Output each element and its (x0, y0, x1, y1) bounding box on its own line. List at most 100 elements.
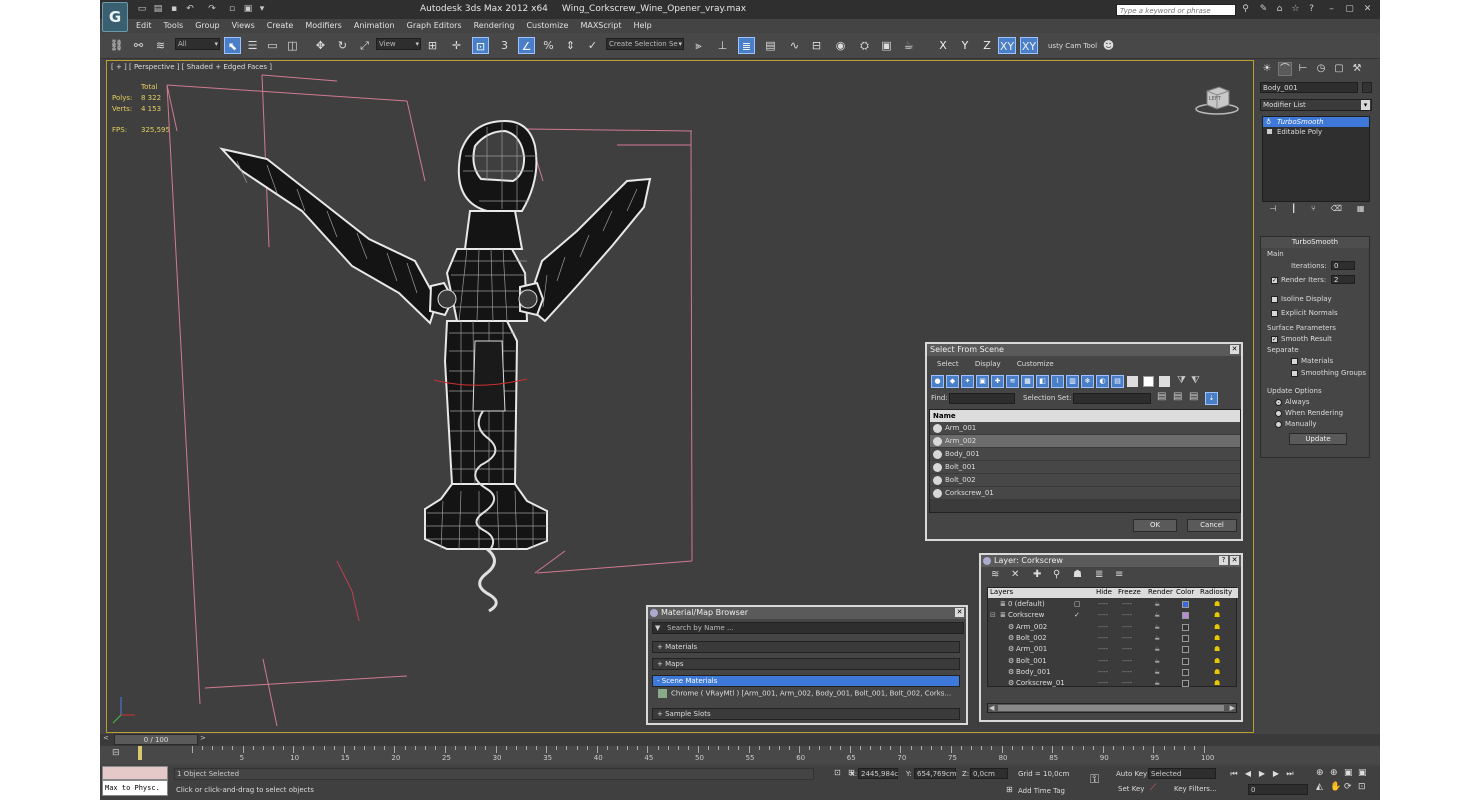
selection-filter-dropdown[interactable]: All (175, 38, 220, 50)
radiosity-icon[interactable]: ☗ (1214, 610, 1220, 621)
list-item[interactable]: Arm_001 (930, 422, 1240, 434)
menu-create[interactable]: Create (261, 19, 300, 32)
remove-selection-set-icon[interactable]: ▤ (1189, 391, 1198, 402)
close-icon[interactable]: ✕ (1362, 4, 1373, 15)
subscription-icon[interactable]: ✎ (1258, 4, 1269, 15)
edit-named-selection-icon[interactable]: ✓ (584, 37, 601, 54)
remove-modifier-icon[interactable]: ⌫ (1331, 204, 1342, 214)
materials-checkbox[interactable]: Materials (1291, 357, 1333, 365)
rotate-icon[interactable]: ↻ (334, 37, 351, 54)
delete-layer-icon[interactable]: ✕ (1011, 569, 1019, 580)
chevron-down-icon[interactable]: ▾ (1361, 100, 1370, 110)
restrict-xy-button[interactable]: XY (998, 37, 1016, 54)
track-bar[interactable]: ⊟ 5 10 15 20 25 30 35 40 45 50 55 60 65 70 75 80 85 90 95 1… (100, 746, 1380, 764)
scroll-left-icon[interactable]: ◀ (989, 704, 994, 712)
create-tab-icon[interactable]: ☀ (1260, 62, 1274, 76)
render-teapot-icon[interactable]: ☕ (1154, 656, 1160, 667)
filter-icon[interactable]: ⧩ (1177, 375, 1186, 386)
scroll-right-icon[interactable]: ▶ (1230, 704, 1235, 712)
freeze-toggle[interactable]: ---- (1122, 678, 1132, 689)
set-key-button[interactable]: Set Key (1118, 785, 1144, 793)
move-icon[interactable]: ✥ (312, 37, 329, 54)
align-icon[interactable]: ⊥ (714, 37, 731, 54)
scroll-thumb[interactable] (998, 705, 1224, 711)
prev-frame-icon[interactable]: < (103, 734, 109, 742)
keyboard-shortcut-override-icon[interactable]: ⊡ (472, 37, 489, 54)
layer-color-swatch[interactable] (1182, 657, 1189, 665)
key-mode-dropdown[interactable]: Selected (1148, 768, 1216, 779)
highlight-layer-icon[interactable]: ☗ (1073, 569, 1082, 580)
modifier-list-dropdown[interactable]: Modifier List ▾ (1260, 99, 1372, 111)
freeze-toggle[interactable]: ---- (1122, 633, 1132, 644)
menu-graph-editors[interactable]: Graph Editors (401, 19, 468, 32)
rendered-frame-window-icon[interactable]: ▣ (878, 37, 895, 54)
go-to-start-icon[interactable]: ⏮ (1228, 768, 1240, 780)
menu-help[interactable]: Help (628, 19, 658, 32)
display-tab-icon[interactable]: ▢ (1332, 62, 1346, 76)
restrict-z-button[interactable]: Z (978, 37, 996, 54)
name-column-header[interactable]: Name (930, 410, 1240, 422)
layer-row[interactable]: ⚙ Corkscrew_01 ---- ---- ☕ ☗ (988, 678, 1238, 689)
hide-toggle[interactable]: ---- (1098, 622, 1108, 633)
window-crossing-icon[interactable]: ◫ (284, 37, 301, 54)
menu-tools[interactable]: Tools (158, 19, 190, 32)
object-name-field[interactable]: Body_001 (1260, 82, 1358, 93)
select-from-scene-title-bar[interactable]: Select From Scene ✕ (927, 344, 1241, 356)
material-editor-icon[interactable]: ◉ (832, 37, 849, 54)
stack-item-turbosmooth[interactable]: ♁ TurboSmooth (1263, 117, 1369, 127)
display-all-icon[interactable]: ▤ (1111, 375, 1124, 388)
freeze-toggle[interactable]: ---- (1122, 599, 1132, 610)
layer-row[interactable]: ⚙ Bolt_001 ---- ---- ☕ ☗ (988, 656, 1238, 667)
layer-row[interactable]: ⚙ Arm_002 ---- ---- ☕ ☗ (988, 622, 1238, 633)
radiosity-icon[interactable]: ☗ (1214, 622, 1220, 633)
app-logo-icon[interactable]: G (102, 2, 128, 32)
key-filters-button[interactable]: Key Filters... (1174, 785, 1217, 793)
previous-frame-icon[interactable]: ◀ (1242, 768, 1254, 780)
list-item[interactable]: Bolt_001 (930, 461, 1240, 473)
isoline-display-checkbox[interactable]: Isoline Display (1271, 295, 1332, 303)
chrome-material-row[interactable]: Chrome ( VRayMtl ) [Arm_001, Arm_002, Bo… (658, 689, 960, 701)
list-item[interactable]: Bolt_002 (930, 474, 1240, 486)
z-coordinate-field[interactable]: 0,0cm (970, 768, 1008, 779)
time-marker[interactable] (138, 746, 142, 760)
schematic-view-icon[interactable]: ⊟ (808, 37, 825, 54)
layer-row[interactable]: ⊟ ≣ Corkscrew ✓ ---- ---- ☕ ☗ (988, 610, 1238, 621)
snaps-toggle-icon[interactable]: 3 (496, 37, 513, 54)
radiosity-icon[interactable]: ☗ (1214, 644, 1220, 655)
hide-toggle[interactable]: ---- (1098, 656, 1108, 667)
select-manipulate-icon[interactable]: ✛ (448, 37, 465, 54)
render-teapot-icon[interactable]: ☕ (1154, 644, 1160, 655)
cancel-button[interactable]: Cancel (1187, 519, 1237, 532)
time-slider[interactable]: 0 / 100 (114, 734, 198, 745)
close-icon[interactable]: ✕ (1230, 556, 1239, 565)
layer-color-swatch[interactable] (1182, 680, 1189, 688)
graphite-ribbon-icon[interactable]: ▤ (762, 37, 779, 54)
display-helpers-icon[interactable]: ✚ (991, 375, 1004, 388)
menu-rendering[interactable]: Rendering (468, 19, 521, 32)
close-icon[interactable]: ✕ (1230, 345, 1239, 354)
render-teapot-icon[interactable]: ☕ (1154, 667, 1160, 678)
display-geometry-icon[interactable]: ● (931, 375, 944, 388)
binoculars-icon[interactable]: ⚲ (1240, 4, 1251, 15)
menu-select[interactable]: Select (937, 360, 959, 368)
selection-set-dropdown[interactable] (1073, 393, 1151, 404)
layer-color-swatch[interactable] (1182, 601, 1189, 608)
modify-tab-icon[interactable]: ⌒ (1278, 62, 1292, 76)
named-selection-set-dropdown[interactable]: Create Selection Se (606, 38, 684, 50)
percent-snap-icon[interactable]: % (540, 37, 557, 54)
quick-access-dropdown-icon[interactable]: ▾ (256, 3, 268, 15)
menu-edit[interactable]: Edit (130, 19, 158, 32)
radiosity-icon[interactable]: ☗ (1214, 667, 1220, 678)
save-icon[interactable]: ▪ (168, 3, 180, 15)
display-bones-icon[interactable]: ⌇ (1051, 375, 1064, 388)
material-search-input[interactable]: ▼ Search by Name ... (652, 622, 964, 634)
display-lights-icon[interactable]: ✦ (961, 375, 974, 388)
field-of-view-icon[interactable]: ◭ (1316, 782, 1323, 792)
select-object-icon[interactable]: ⬉ (224, 37, 241, 54)
undo-icon[interactable]: ↶ (184, 3, 196, 15)
y-coordinate-field[interactable]: 654,769cm (914, 768, 957, 779)
curve-editor-mini-icon[interactable]: ⊟ (112, 748, 120, 758)
display-groups-icon[interactable]: ▦ (1021, 375, 1034, 388)
always-radio[interactable]: Always (1275, 398, 1310, 406)
save-selection-set-icon[interactable]: ▤ (1157, 391, 1166, 402)
